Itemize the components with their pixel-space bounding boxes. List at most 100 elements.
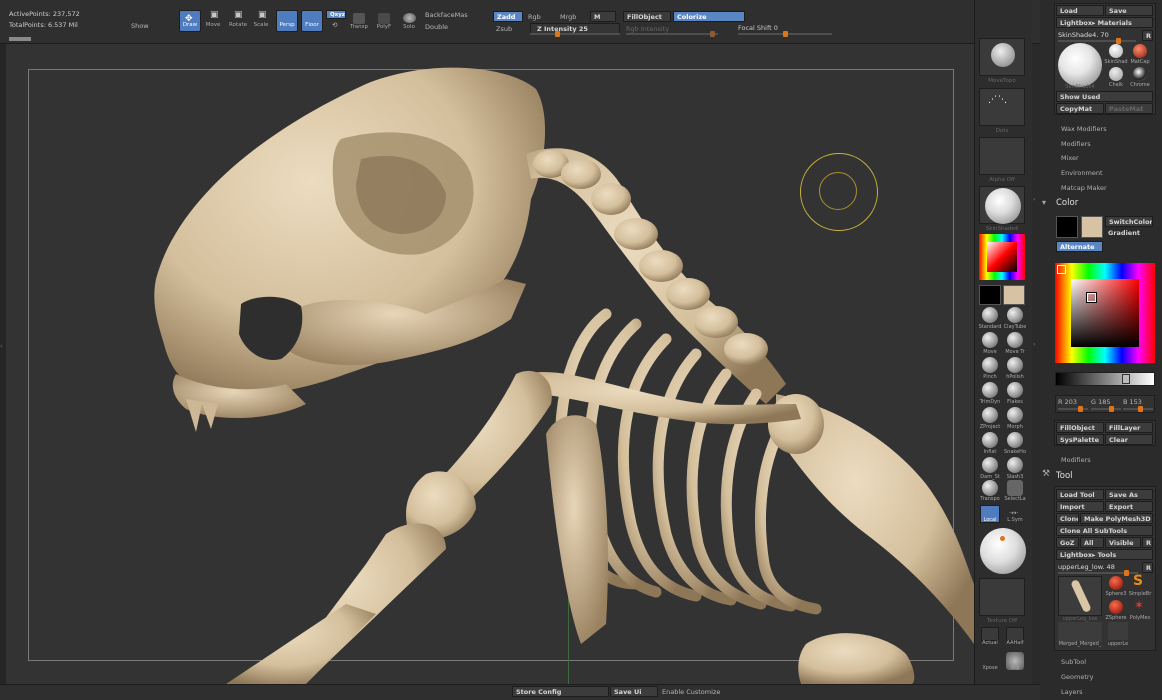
solo-icon[interactable]: [403, 13, 416, 23]
transpose-brush-icon[interactable]: [982, 480, 998, 496]
lsym-icon[interactable]: ·↔·: [1009, 509, 1019, 517]
simplebrush-thumb-icon[interactable]: S: [1133, 573, 1143, 589]
show-label[interactable]: Show: [131, 22, 149, 30]
double-toggle[interactable]: Double: [425, 23, 448, 31]
clone-button[interactable]: Clone: [1056, 513, 1079, 524]
transp-icon[interactable]: [353, 13, 365, 24]
copymat-button[interactable]: CopyMat: [1056, 103, 1104, 114]
rgb-intensity-handle[interactable]: [710, 31, 715, 37]
fillobject-button[interactable]: FillObject: [623, 11, 671, 22]
main-color-swatch[interactable]: [979, 285, 1001, 305]
skinshade-thumb-icon[interactable]: [1109, 44, 1123, 58]
color-title[interactable]: Color: [1056, 198, 1078, 208]
zsphere-thumb-icon[interactable]: [1109, 600, 1123, 614]
tool-current-handle[interactable]: [1124, 570, 1129, 576]
tool-title[interactable]: Tool: [1056, 471, 1073, 481]
hpolish-brush-icon[interactable]: [1007, 357, 1023, 373]
m-button[interactable]: M: [590, 11, 616, 22]
damstandard-brush-icon[interactable]: [982, 457, 998, 473]
morph-brush-icon[interactable]: [1007, 407, 1023, 423]
all-button[interactable]: All: [1080, 537, 1104, 548]
material-lightbox-button[interactable]: Lightbox▸ Materials: [1056, 17, 1153, 28]
material-load-button[interactable]: Load: [1056, 5, 1104, 16]
left-collapse-icon[interactable]: ‹: [0, 342, 3, 350]
hue-handle[interactable]: [1057, 265, 1066, 274]
z-intensity-handle[interactable]: [555, 31, 560, 37]
filllayer-button[interactable]: FillLayer: [1105, 422, 1153, 433]
b-handle[interactable]: [1138, 406, 1143, 412]
color-main-swatch[interactable]: [1056, 216, 1078, 238]
snakehook-brush-icon[interactable]: [1007, 432, 1023, 448]
claytube-brush-icon[interactable]: [1007, 307, 1023, 323]
enable-customize-toggle[interactable]: Enable Customize: [662, 688, 720, 696]
persp-button[interactable]: [276, 10, 298, 32]
move-topo-brush-icon[interactable]: [1007, 332, 1023, 348]
color-picker-square[interactable]: [1071, 279, 1139, 347]
make-polymesh-button[interactable]: Make PolyMesh3D: [1080, 513, 1153, 524]
texture-thumbnail[interactable]: [979, 578, 1025, 616]
chalk-thumb-icon[interactable]: [1109, 67, 1123, 81]
material-save-button[interactable]: Save: [1105, 5, 1153, 16]
color-picker[interactable]: [1055, 263, 1155, 363]
polyf-icon[interactable]: [378, 13, 390, 24]
load-tool-button[interactable]: Load Tool: [1056, 489, 1104, 500]
material-r-button[interactable]: R: [1142, 30, 1153, 41]
draw-button[interactable]: ✥: [179, 10, 201, 32]
r-slider[interactable]: R 203: [1058, 398, 1077, 406]
canvas[interactable]: [6, 44, 974, 684]
aahalf-button[interactable]: [1006, 627, 1024, 641]
actual-button[interactable]: [981, 627, 999, 641]
alpha-thumbnail[interactable]: [979, 137, 1025, 175]
inflat-brush-icon[interactable]: [982, 432, 998, 448]
material-current-label[interactable]: SkinShade4. 70: [1058, 31, 1109, 39]
merged-thumbnail[interactable]: [1058, 622, 1102, 642]
color-modifiers-item[interactable]: Modifiers: [1061, 456, 1091, 464]
tool-r-button[interactable]: R: [1142, 537, 1153, 548]
gradient-button[interactable]: Gradient: [1105, 228, 1153, 239]
color-secondary-swatch[interactable]: [1081, 216, 1103, 238]
polymesh-thumb-icon[interactable]: ✶: [1134, 598, 1144, 612]
switchcolor-button[interactable]: SwitchColor: [1105, 216, 1153, 227]
mrgb-button[interactable]: Mrgb: [560, 13, 576, 21]
xpose-label[interactable]: Xpose: [977, 665, 1003, 671]
right-collapse-icon[interactable]: ›: [1033, 195, 1036, 203]
brush-thumbnail[interactable]: [979, 38, 1025, 76]
clear-button[interactable]: Clear: [1105, 434, 1153, 445]
upperleg-small-thumbnail[interactable]: [1108, 622, 1128, 640]
tool-r2-button[interactable]: R: [1142, 562, 1153, 573]
flakes-brush-icon[interactable]: [1007, 382, 1023, 398]
slash3-brush-icon[interactable]: [1007, 457, 1023, 473]
rgb-button[interactable]: Rgb: [528, 13, 541, 21]
move-brush-icon[interactable]: [982, 332, 998, 348]
grayscale-slider[interactable]: [1055, 372, 1155, 386]
tool-main-thumbnail[interactable]: [1058, 576, 1102, 616]
focal-shift-slider[interactable]: Focal Shift 0: [738, 24, 778, 32]
colorize-button[interactable]: Colorize: [673, 11, 745, 22]
move-button[interactable]: ▣: [204, 10, 226, 32]
viewport-sphere[interactable]: [980, 528, 1026, 574]
scale-button[interactable]: ▣: [252, 10, 274, 32]
floor-button[interactable]: [301, 10, 323, 32]
visible-button[interactable]: Visible: [1105, 537, 1141, 548]
tool-current-label[interactable]: upperLeg_low. 48: [1058, 563, 1115, 571]
b-slider[interactable]: B 153: [1123, 398, 1142, 406]
save-ui-button[interactable]: Save Ui: [610, 686, 658, 697]
rotate-button[interactable]: ▣: [228, 10, 250, 32]
grayscale-handle[interactable]: [1122, 374, 1130, 384]
stroke-thumbnail[interactable]: ⋰⋱: [979, 88, 1025, 126]
r-handle[interactable]: [1078, 406, 1083, 412]
rgb-intensity-slider[interactable]: Rgb Intensity: [626, 25, 669, 33]
chrome-thumb-icon[interactable]: [1133, 67, 1147, 81]
g-handle[interactable]: [1109, 406, 1114, 412]
trimdyn-brush-icon[interactable]: [982, 382, 998, 398]
backfacemask-toggle[interactable]: BackfaceMas: [425, 11, 468, 19]
color-picker-handle[interactable]: [1086, 292, 1097, 303]
modifiers-item[interactable]: Modifiers: [1061, 140, 1091, 148]
environment-item[interactable]: Environment: [1061, 169, 1103, 177]
matcap-maker-item[interactable]: Matcap Maker: [1061, 184, 1107, 192]
pastemat-button[interactable]: PasteMat: [1105, 103, 1153, 114]
zproject-brush-icon[interactable]: [982, 407, 998, 423]
material-thumbnail[interactable]: [979, 186, 1025, 224]
syspalette-button[interactable]: SysPalette: [1056, 434, 1104, 445]
standard-brush-icon[interactable]: [982, 307, 998, 323]
